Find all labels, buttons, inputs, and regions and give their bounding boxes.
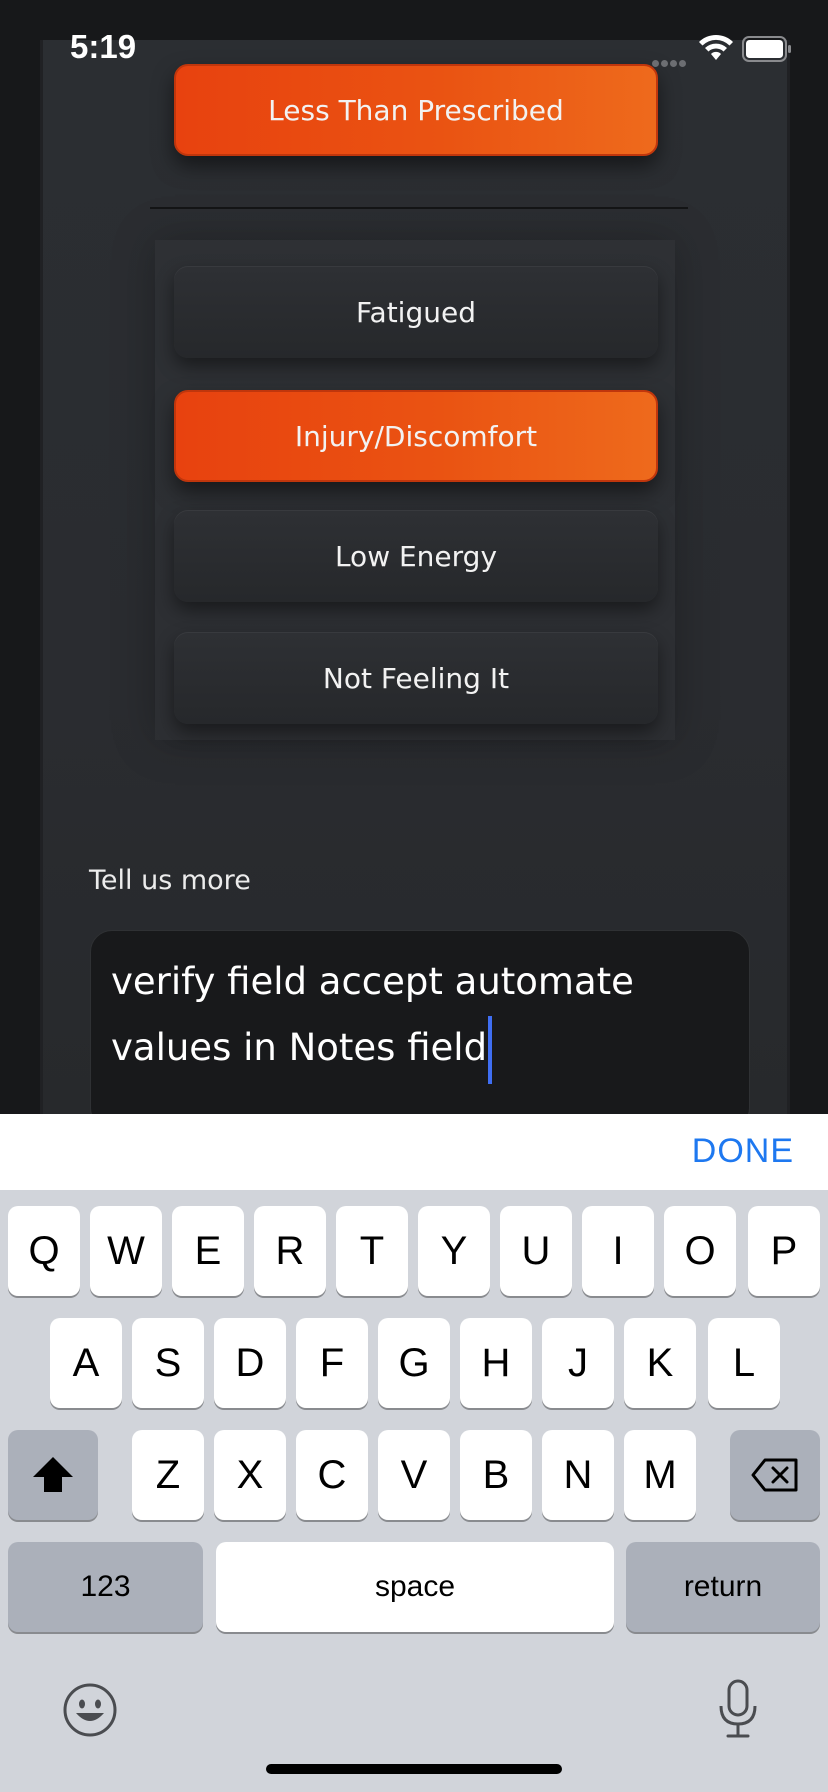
fatigued-button[interactable]: Fatigued: [174, 266, 658, 358]
shift-icon: [33, 1457, 73, 1492]
section-divider: [150, 207, 688, 209]
not-feeling-it-button[interactable]: Not Feeling It: [174, 632, 658, 724]
key-w[interactable]: W: [90, 1206, 162, 1296]
key-p[interactable]: P: [748, 1206, 820, 1296]
notes-textarea[interactable]: verify field accept automate values in N…: [90, 930, 750, 1130]
key-a[interactable]: A: [50, 1318, 122, 1408]
injury-discomfort-button[interactable]: Injury/Discomfort: [174, 390, 658, 482]
key-f[interactable]: F: [296, 1318, 368, 1408]
key-q[interactable]: Q: [8, 1206, 80, 1296]
key-m[interactable]: M: [624, 1430, 696, 1520]
key-v[interactable]: V: [378, 1430, 450, 1520]
delete-key[interactable]: [730, 1430, 820, 1520]
emoji-icon[interactable]: [62, 1682, 118, 1738]
status-bar: 5:19: [0, 0, 828, 100]
key-n[interactable]: N: [542, 1430, 614, 1520]
home-indicator: [266, 1764, 562, 1774]
wifi-icon: [699, 34, 733, 60]
microphone-icon[interactable]: [716, 1678, 760, 1742]
signal-dots-icon: [652, 52, 688, 71]
text-caret: [488, 1015, 493, 1084]
fatigued-label: Fatigued: [356, 295, 476, 329]
key-d[interactable]: D: [214, 1318, 286, 1408]
key-t[interactable]: T: [336, 1206, 408, 1296]
key-g[interactable]: G: [378, 1318, 450, 1408]
return-key[interactable]: return: [626, 1542, 820, 1632]
injury-discomfort-label: Injury/Discomfort: [294, 419, 538, 453]
low-energy-label: Low Energy: [334, 539, 498, 573]
numbers-key[interactable]: 123: [8, 1542, 203, 1632]
status-time: 5:19: [70, 28, 137, 65]
space-key[interactable]: space: [216, 1542, 614, 1632]
done-button[interactable]: DONE: [692, 1132, 794, 1171]
key-x[interactable]: X: [214, 1430, 286, 1520]
keyboard-accessory-bar: DONE: [0, 1114, 828, 1190]
key-k[interactable]: K: [624, 1318, 696, 1408]
key-j[interactable]: J: [542, 1318, 614, 1408]
shift-key[interactable]: [8, 1430, 98, 1520]
key-y[interactable]: Y: [418, 1206, 490, 1296]
keyboard: Q W E R T Y U I O P A S D F G H J K L Z …: [0, 1190, 828, 1792]
notes-value: verify field accept automate values in N…: [111, 949, 729, 1084]
notes-label: Tell us more: [89, 865, 251, 896]
key-e[interactable]: E: [172, 1206, 244, 1296]
key-s[interactable]: S: [132, 1318, 204, 1408]
key-b[interactable]: B: [460, 1430, 532, 1520]
key-c[interactable]: C: [296, 1430, 368, 1520]
key-o[interactable]: O: [664, 1206, 736, 1296]
key-r[interactable]: R: [254, 1206, 326, 1296]
backspace-icon: [751, 1458, 798, 1492]
key-u[interactable]: U: [500, 1206, 572, 1296]
key-z[interactable]: Z: [132, 1430, 204, 1520]
key-h[interactable]: H: [460, 1318, 532, 1408]
key-i[interactable]: I: [582, 1206, 654, 1296]
not-feeling-it-label: Not Feeling It: [322, 661, 510, 695]
battery-icon: [742, 36, 791, 62]
low-energy-button[interactable]: Low Energy: [174, 510, 658, 602]
key-l[interactable]: L: [708, 1318, 780, 1408]
